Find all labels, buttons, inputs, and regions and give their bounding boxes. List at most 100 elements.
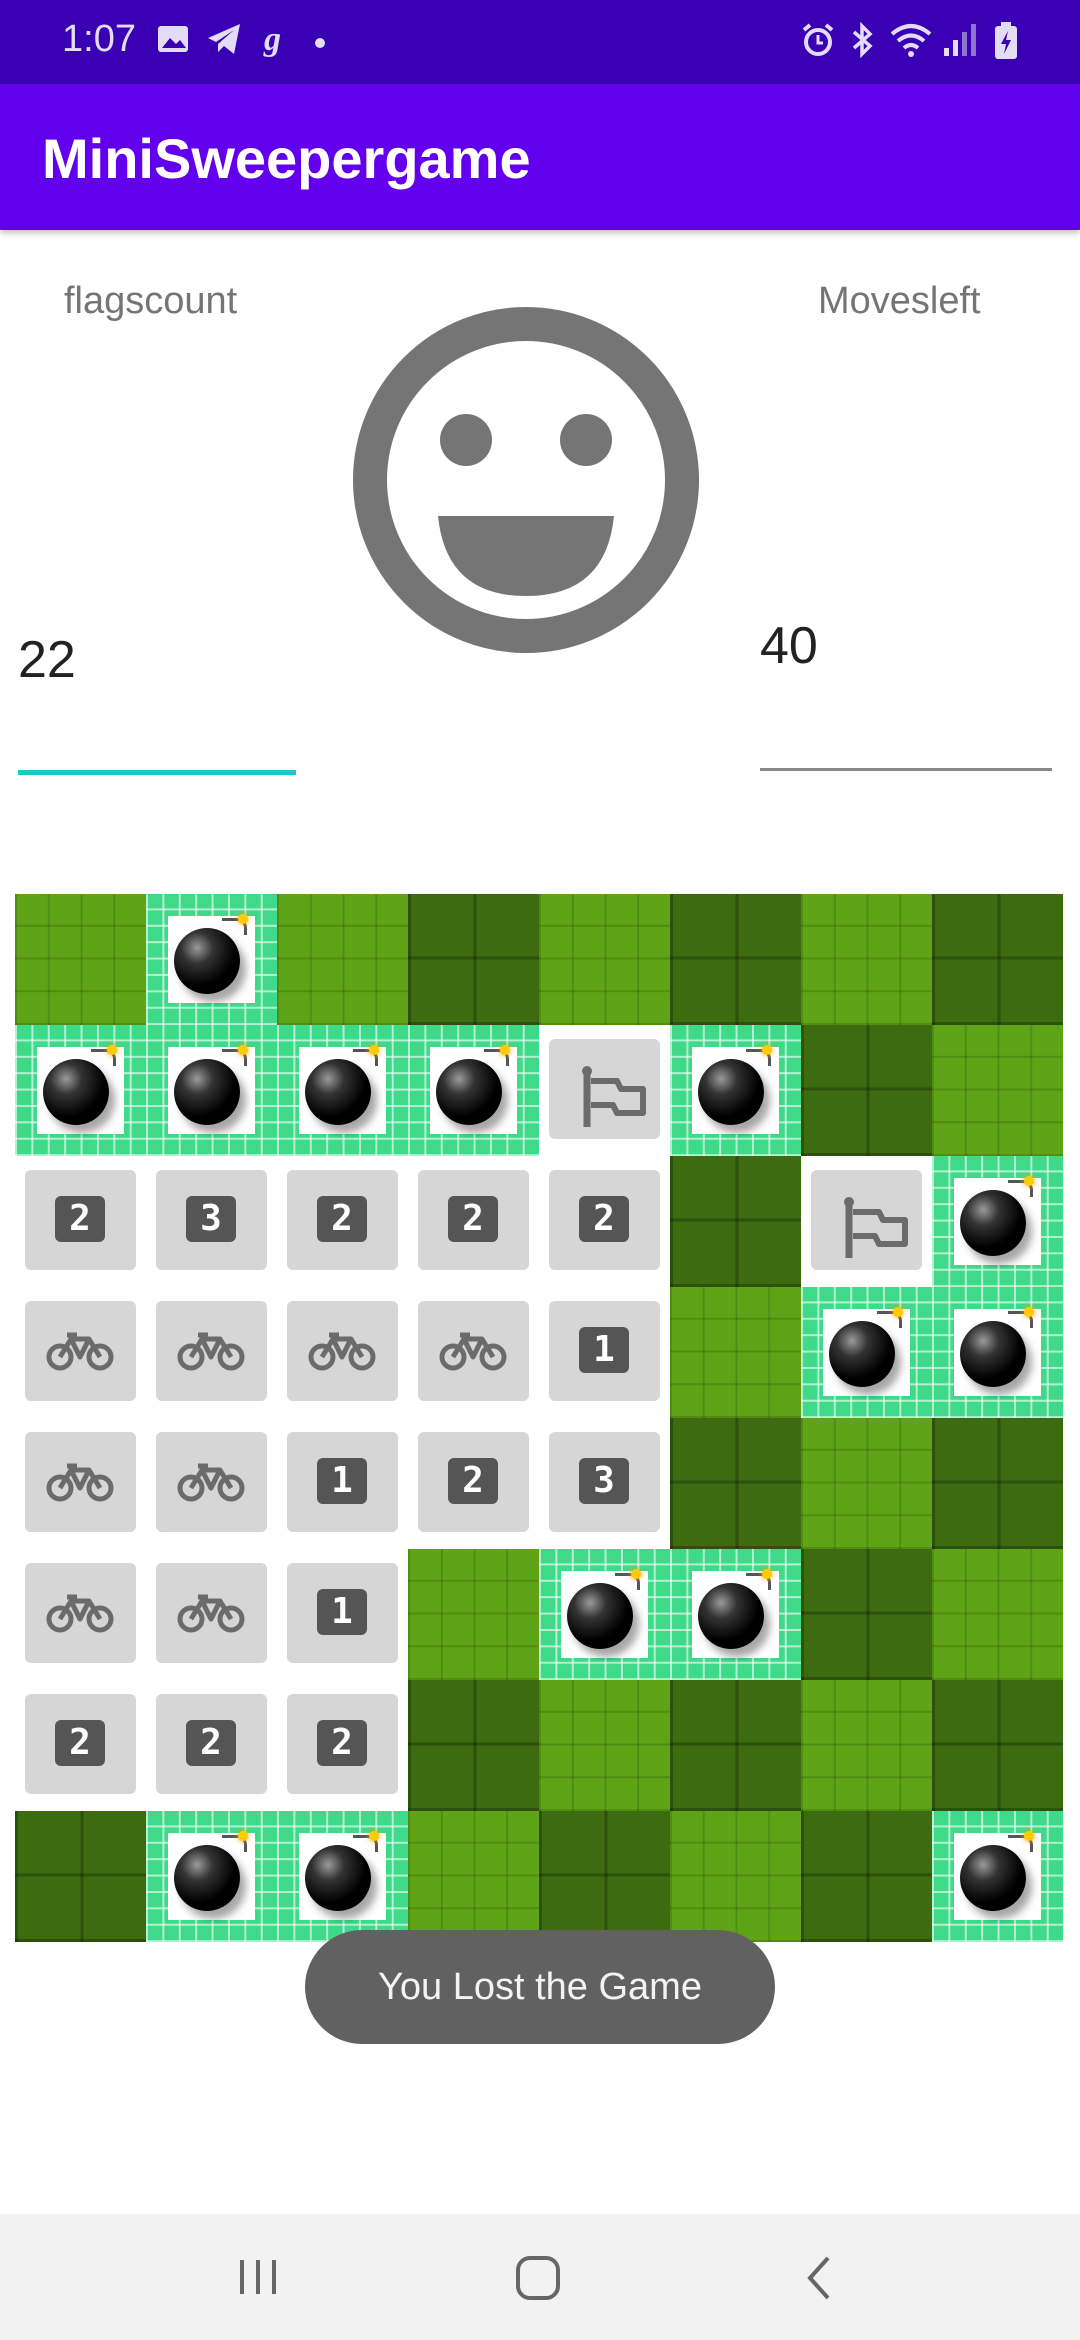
flag-icon <box>549 1039 660 1139</box>
cell-number: 2 <box>186 1720 236 1766</box>
board-cell-number[interactable]: 2 <box>408 1156 539 1287</box>
board-cell-empty[interactable] <box>146 1287 277 1418</box>
tile-background: 1 <box>287 1432 398 1532</box>
home-icon[interactable] <box>514 2254 562 2307</box>
bike-icon <box>156 1301 267 1401</box>
moves-left-field[interactable]: 40 <box>760 616 818 676</box>
board-cell-mine[interactable] <box>932 1287 1063 1418</box>
tile-background: 2 <box>287 1170 398 1270</box>
board-cell-empty[interactable] <box>15 1549 146 1680</box>
bomb-icon <box>168 1831 255 1920</box>
g-icon: g <box>262 21 288 63</box>
recent-apps-icon[interactable] <box>236 2256 280 2303</box>
bomb-icon <box>692 1569 779 1658</box>
board-cell-unrevealed[interactable] <box>670 1156 801 1287</box>
bike-icon <box>287 1301 398 1401</box>
board-cell-unrevealed[interactable] <box>277 894 408 1025</box>
board-cell-number[interactable]: 2 <box>277 1156 408 1287</box>
flags-count-label: flagscount <box>64 280 238 322</box>
bike-icon <box>156 1563 267 1663</box>
tile-background: 2 <box>287 1694 398 1794</box>
svg-text:g: g <box>263 22 281 58</box>
board-cell-number[interactable]: 1 <box>277 1549 408 1680</box>
board-cell-mine[interactable] <box>670 1025 801 1156</box>
bike-icon <box>25 1301 136 1401</box>
board-cell-flagged[interactable] <box>801 1156 932 1287</box>
board-cell-unrevealed[interactable] <box>932 1418 1063 1549</box>
tile-background: 2 <box>418 1432 529 1532</box>
board-cell-unrevealed[interactable] <box>670 1811 801 1942</box>
board-cell-unrevealed[interactable] <box>801 1811 932 1942</box>
board-cell-flagged[interactable] <box>539 1025 670 1156</box>
smiley-icon[interactable] <box>352 306 700 654</box>
board-cell-empty[interactable] <box>15 1418 146 1549</box>
board-cell-empty[interactable] <box>408 1287 539 1418</box>
board-cell-empty[interactable] <box>15 1287 146 1418</box>
board-cell-number[interactable]: 2 <box>15 1680 146 1811</box>
board-cell-number[interactable]: 2 <box>277 1680 408 1811</box>
board-cell-empty[interactable] <box>146 1549 277 1680</box>
board-cell-unrevealed[interactable] <box>801 894 932 1025</box>
bomb-icon <box>823 1307 910 1396</box>
board-cell-unrevealed[interactable] <box>932 1025 1063 1156</box>
board-cell-number[interactable]: 3 <box>146 1156 277 1287</box>
board-cell-empty[interactable] <box>277 1287 408 1418</box>
tile-background: 2 <box>156 1694 267 1794</box>
board-cell-mine[interactable] <box>146 894 277 1025</box>
board-cell-number[interactable]: 1 <box>539 1287 670 1418</box>
board-cell-unrevealed[interactable] <box>539 894 670 1025</box>
flags-count-field[interactable]: 22 <box>18 630 76 690</box>
board-cell-unrevealed[interactable] <box>408 894 539 1025</box>
board-cell-unrevealed[interactable] <box>801 1680 932 1811</box>
board-cell-unrevealed[interactable] <box>539 1680 670 1811</box>
board-cell-unrevealed[interactable] <box>408 1811 539 1942</box>
board-cell-mine[interactable] <box>277 1025 408 1156</box>
board-cell-number[interactable]: 1 <box>277 1418 408 1549</box>
board-cell-unrevealed[interactable] <box>408 1549 539 1680</box>
board-cell-mine[interactable] <box>146 1811 277 1942</box>
board-cell-unrevealed[interactable] <box>932 1680 1063 1811</box>
board-cell-unrevealed[interactable] <box>408 1680 539 1811</box>
cell-number: 2 <box>317 1720 367 1766</box>
board-cell-number[interactable]: 2 <box>539 1156 670 1287</box>
board-cell-unrevealed[interactable] <box>801 1418 932 1549</box>
board-cell-mine[interactable] <box>408 1025 539 1156</box>
board-cell-mine[interactable] <box>15 1025 146 1156</box>
board-cell-unrevealed[interactable] <box>670 1418 801 1549</box>
board-cell-number[interactable]: 2 <box>146 1680 277 1811</box>
board-cell-unrevealed[interactable] <box>932 1549 1063 1680</box>
board-cell-unrevealed[interactable] <box>670 894 801 1025</box>
bike-icon <box>25 1432 136 1532</box>
bluetooth-icon <box>850 21 876 63</box>
board-cell-number[interactable]: 2 <box>15 1156 146 1287</box>
dot-icon <box>314 36 326 54</box>
cell-number: 1 <box>317 1458 367 1504</box>
board-cell-mine[interactable] <box>539 1549 670 1680</box>
battery-charging-icon <box>994 22 1018 65</box>
board-cell-unrevealed[interactable] <box>15 894 146 1025</box>
board-cell-unrevealed[interactable] <box>801 1549 932 1680</box>
board-cell-unrevealed[interactable] <box>670 1680 801 1811</box>
bomb-icon <box>168 1045 255 1134</box>
board-cell-empty[interactable] <box>146 1418 277 1549</box>
board-cell-unrevealed[interactable] <box>539 1811 670 1942</box>
cell-number: 2 <box>579 1196 629 1242</box>
board-cell-unrevealed[interactable] <box>932 894 1063 1025</box>
app-bar: MiniSweepergame <box>0 84 1080 230</box>
board-cell-unrevealed[interactable] <box>670 1287 801 1418</box>
board-cell-number[interactable]: 2 <box>408 1418 539 1549</box>
board-cell-number[interactable]: 3 <box>539 1418 670 1549</box>
board-cell-mine[interactable] <box>670 1549 801 1680</box>
board-cell-mine[interactable] <box>801 1287 932 1418</box>
board-cell-unrevealed[interactable] <box>15 1811 146 1942</box>
board-cell-unrevealed[interactable] <box>801 1025 932 1156</box>
board-cell-mine[interactable] <box>932 1156 1063 1287</box>
bomb-icon <box>954 1176 1041 1265</box>
tile-background: 3 <box>549 1432 660 1532</box>
back-icon[interactable] <box>800 2254 840 2307</box>
bike-icon <box>418 1301 529 1401</box>
board-cell-mine[interactable] <box>146 1025 277 1156</box>
tile-background: 3 <box>156 1170 267 1270</box>
board-cell-mine[interactable] <box>277 1811 408 1942</box>
board-cell-mine[interactable] <box>932 1811 1063 1942</box>
